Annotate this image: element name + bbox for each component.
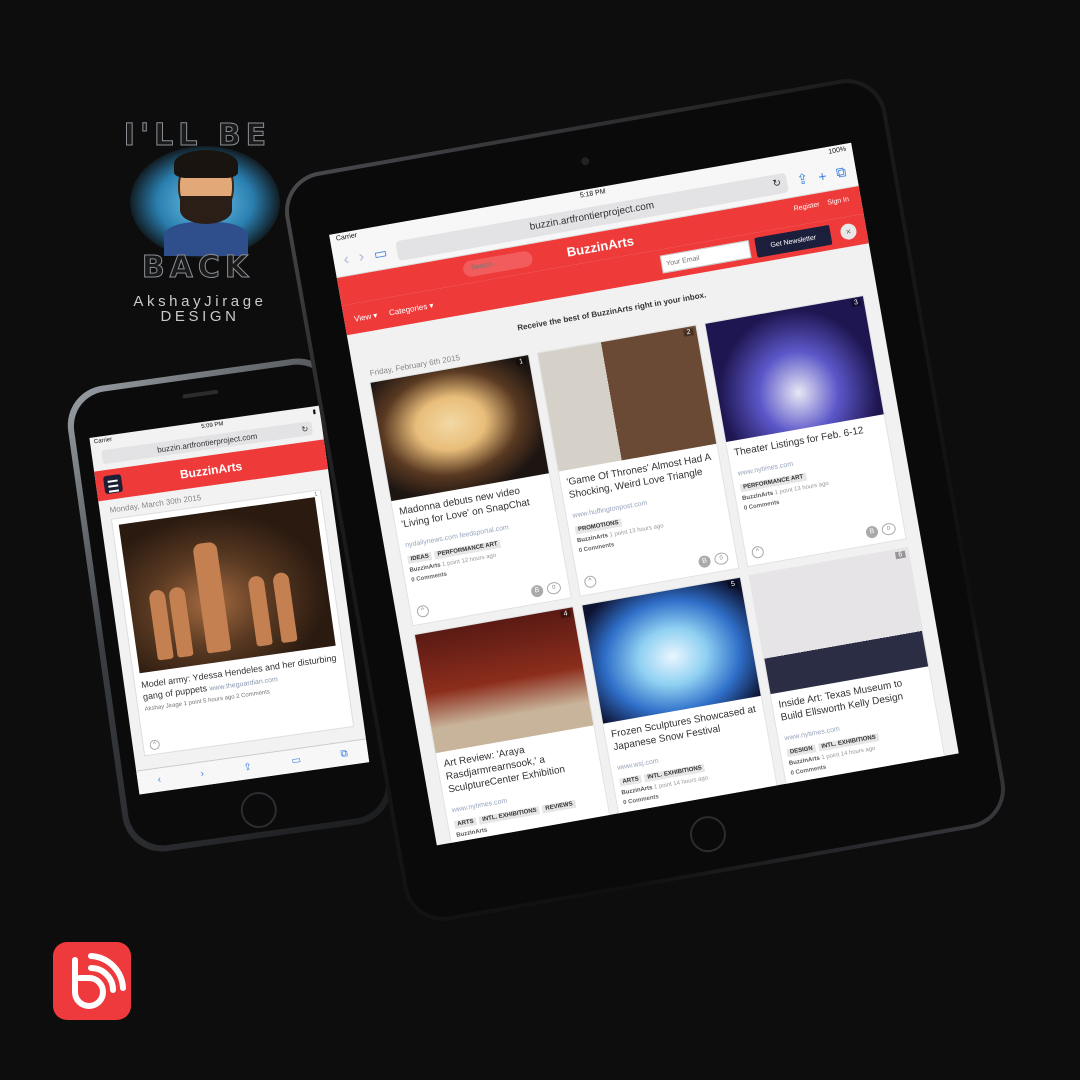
brand-name-line2: DESIGN	[160, 308, 240, 325]
sign-in-link[interactable]: Sign In	[827, 196, 850, 207]
bookmarks-icon[interactable]: ▭	[291, 755, 302, 767]
bookmarks-icon[interactable]: ▭	[372, 244, 388, 263]
status-time: 5:09 PM	[200, 421, 224, 431]
tabs-icon[interactable]: ⧉	[835, 163, 848, 181]
author-avatar[interactable]: B	[697, 554, 712, 569]
article-card[interactable]: 4 Art Review: 'Araya Rasdjarmrearnsook,'…	[413, 606, 617, 846]
share-icon[interactable]: ⇪	[243, 762, 253, 774]
article-card[interactable]: 3 Theater Listings for Feb. 6-12 www.nyt…	[704, 294, 907, 568]
tablet-device: Carrier 5:18 PM 100% ‹ › ▭ buzzin.artfro…	[278, 72, 1012, 928]
close-icon[interactable]: ×	[839, 222, 858, 241]
tabs-icon[interactable]: ⧉	[340, 748, 349, 760]
article-card[interactable]: 6 Inside Art: Texas Museum to Build Ells…	[748, 547, 952, 820]
brand-name-line1: AkshayJirage	[133, 293, 267, 310]
hamburger-menu-icon[interactable]	[102, 473, 124, 495]
tablet-camera	[580, 156, 590, 166]
article-card[interactable]: 5 Frozen Sculptures Showcased at Japanes…	[581, 576, 784, 846]
home-button[interactable]	[687, 813, 729, 855]
new-tab-icon[interactable]: +	[817, 167, 828, 184]
reload-icon[interactable]: ↻	[301, 424, 309, 434]
upvote-icon[interactable]: ^	[415, 604, 430, 619]
avatar-hair	[174, 150, 238, 178]
categories-dropdown[interactable]: Categories ▾	[388, 300, 434, 317]
register-link[interactable]: Register	[793, 201, 820, 212]
upvote-icon[interactable]: ^	[750, 545, 765, 560]
auth-links: Register Sign In	[793, 196, 849, 213]
phone-screen: Carrier 5:09 PM ▮ buzzin.artfrontierproj…	[89, 405, 370, 795]
article-grid: 1 Madonna debuts new video 'Living for L…	[356, 292, 959, 846]
back-icon[interactable]: ‹	[157, 774, 162, 785]
share-icon[interactable]: ⇪	[795, 170, 810, 189]
article-card[interactable]: 2 'Game Of Thrones' Almost Had A Shockin…	[536, 324, 740, 597]
brand-name: AkshayJirage DESIGN	[100, 294, 300, 324]
comment-bubble-icon[interactable]: 0	[880, 521, 897, 537]
avatar-beard	[180, 196, 232, 224]
puppet-figure	[272, 571, 298, 644]
brand-bottom-text: BACK	[141, 250, 254, 286]
author-avatar[interactable]: B	[530, 584, 545, 599]
comment-bubble-icon[interactable]: 0	[545, 581, 562, 596]
article-card[interactable]: 1 Model army: Ydessa Hendeles and her di…	[110, 489, 355, 757]
buzzin-logo-icon	[72, 953, 126, 1009]
brand-badge: I'LL BE BACK AkshayJirage DESIGN	[100, 118, 300, 328]
phone-speaker	[182, 389, 219, 399]
tablet-screen: Carrier 5:18 PM 100% ‹ › ▭ buzzin.artfro…	[329, 142, 959, 846]
avatar	[130, 146, 280, 258]
puppet-figure	[247, 575, 273, 647]
site-logo[interactable]: BuzzinArts	[179, 459, 243, 482]
app-logo	[53, 942, 131, 1020]
article-card[interactable]: 1 Madonna debuts new video 'Living for L…	[369, 353, 572, 627]
view-dropdown[interactable]: View ▾	[353, 310, 378, 323]
battery-icon: ▮	[312, 409, 317, 416]
home-button[interactable]	[238, 789, 280, 831]
puppet-figure	[192, 541, 232, 654]
back-icon[interactable]: ‹	[342, 250, 350, 269]
author-avatar[interactable]: B	[865, 525, 879, 540]
reload-icon[interactable]: ↻	[772, 178, 782, 190]
carrier-label: Carrier	[93, 436, 113, 446]
comment-bubble-icon[interactable]: 0	[713, 551, 730, 566]
article-image[interactable]	[118, 497, 336, 674]
forward-icon[interactable]: ›	[357, 248, 365, 267]
forward-icon[interactable]: ›	[200, 768, 205, 779]
upvote-icon[interactable]: ^	[149, 739, 161, 751]
upvote-icon[interactable]: ^	[583, 574, 598, 589]
